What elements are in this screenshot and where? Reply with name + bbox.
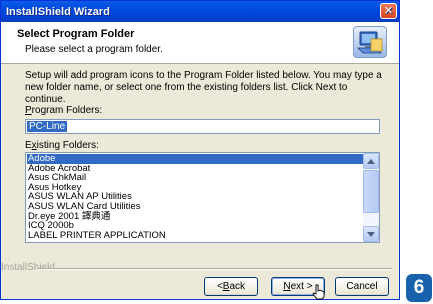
- close-icon: ✕: [383, 4, 394, 17]
- window-title: InstallShield Wizard: [6, 5, 110, 18]
- instructions-text: Setup will add program icons to the Prog…: [25, 70, 382, 105]
- scroll-down-button[interactable]: [363, 226, 379, 242]
- vertical-scrollbar[interactable]: [363, 153, 379, 242]
- footer-divider: [37, 268, 392, 270]
- program-folder-value: PC-Line: [27, 121, 68, 132]
- cancel-button[interactable]: Cancel: [335, 277, 389, 296]
- wizard-header: Select Program Folder Please select a pr…: [1, 22, 399, 64]
- existing-folders-label: Existing Folders:: [25, 140, 99, 151]
- title-bar: InstallShield Wizard ✕: [1, 1, 399, 22]
- chevron-up-icon: [367, 158, 375, 164]
- chevron-down-icon: [367, 231, 375, 237]
- hand-cursor-icon: [312, 284, 326, 303]
- page-subtitle: Please select a program folder.: [25, 44, 163, 55]
- program-folder-input[interactable]: PC-Line: [25, 119, 380, 134]
- close-button[interactable]: ✕: [380, 3, 397, 19]
- back-button[interactable]: < Back: [204, 277, 258, 296]
- program-folders-label: Program Folders:: [25, 105, 103, 116]
- page-title: Select Program Folder: [17, 28, 135, 40]
- folder-computer-icon: [353, 26, 387, 58]
- installshield-wizard-window: InstallShield Wizard ✕ Select Program Fo…: [0, 0, 400, 300]
- existing-folders-list[interactable]: Adobe Adobe Acrobat Asus ChkMail Asus Hotke…: [25, 152, 380, 243]
- scroll-up-button[interactable]: [363, 153, 379, 169]
- folder-list-items: Adobe Adobe Acrobat Asus ChkMail Asus Hotke…: [27, 154, 363, 240]
- scrollbar-thumb[interactable]: [363, 170, 379, 213]
- list-item[interactable]: Dr.eye 2001 譯典通: [27, 211, 363, 222]
- list-item[interactable]: LABEL PRINTER APPLICATION: [27, 231, 363, 241]
- step-number-badge: 6: [406, 274, 432, 302]
